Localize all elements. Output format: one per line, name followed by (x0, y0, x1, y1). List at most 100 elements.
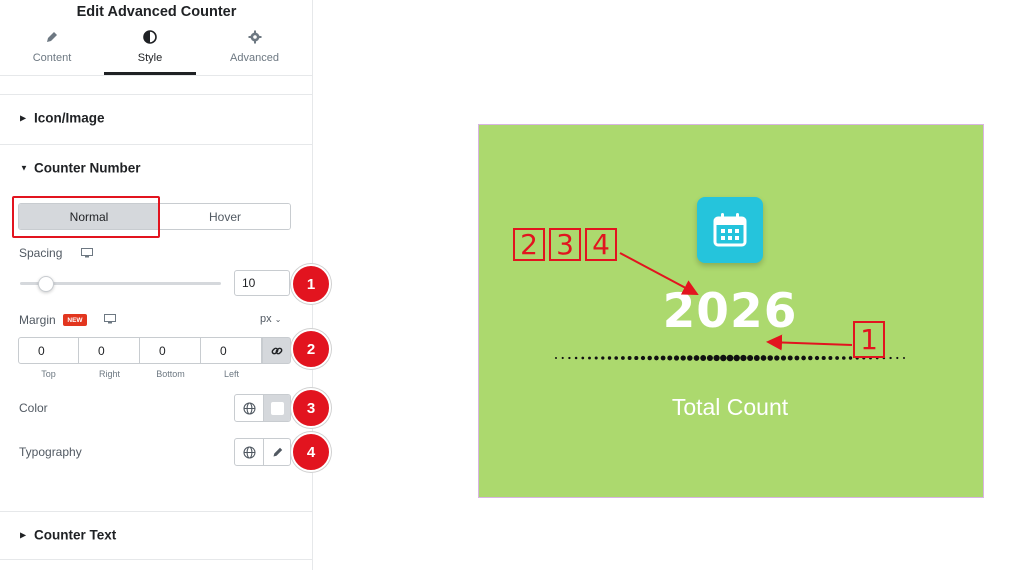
section-counter-number-label: Counter Number (34, 160, 141, 175)
hover-tab-button[interactable]: Hover (159, 204, 290, 229)
tab-style[interactable]: Style (104, 30, 196, 75)
counter-icon-box (697, 197, 763, 263)
margin-right-label: Right (98, 369, 120, 379)
annotation-label-4: 4 (585, 228, 617, 261)
color-label: Color (19, 401, 48, 415)
margin-top-input[interactable]: 0 (18, 337, 79, 364)
annotation-label-3: 3 (549, 228, 581, 261)
margin-top-label: Top (41, 369, 56, 379)
step-marker-3: 3 (291, 388, 331, 428)
annotation-label-1: 1 (853, 321, 885, 358)
section-counter-text[interactable]: ▶ Counter Text (0, 511, 313, 557)
counter-text: Total Count (671, 394, 789, 420)
spacing-slider-handle[interactable] (38, 276, 55, 292)
margin-label: Margin (19, 313, 56, 327)
counter-number: 2026 (662, 284, 798, 339)
editor-panel: Edit Advanced Counter Content Style Adva… (0, 0, 313, 570)
divider-dot (640, 355, 646, 361)
normal-highlight-box (12, 196, 160, 238)
section-divider (0, 559, 313, 560)
new-badge: NEW (63, 314, 87, 326)
divider-dot (574, 356, 578, 360)
divider-dot (680, 355, 686, 361)
divider-dot (713, 354, 720, 362)
divider-dot (581, 356, 585, 360)
section-icon-image[interactable]: ▶ Icon/Image (0, 94, 313, 140)
divider-dot (726, 354, 734, 362)
divider-dot (787, 355, 793, 361)
divider-dot (634, 355, 639, 361)
divider-dot (780, 355, 787, 361)
divider-dot (794, 355, 800, 361)
divider-dot (828, 356, 833, 360)
unit-value: px (260, 313, 272, 325)
monitor-icon (104, 314, 116, 324)
monitor-icon (81, 248, 93, 258)
divider-dot (753, 355, 760, 361)
typography-control (234, 438, 291, 466)
divider-dot (673, 355, 680, 361)
color-picker-button[interactable] (263, 395, 290, 421)
divider-dot (760, 355, 767, 361)
divider-dot (740, 354, 747, 362)
divider-dot (594, 356, 598, 360)
step-marker-1: 1 (291, 264, 331, 304)
edit-typography-button[interactable] (263, 439, 290, 465)
margin-bottom-input[interactable]: 0 (140, 337, 201, 364)
divider-dot (667, 355, 673, 361)
divider-dot (848, 356, 853, 360)
step-marker-2: 2 (291, 329, 331, 369)
typography-label: Typography (19, 445, 82, 459)
divider-dot (627, 356, 632, 360)
divider-dot (687, 355, 693, 361)
global-typography-button[interactable] (235, 439, 263, 465)
margin-left-label: Left (223, 369, 239, 379)
divider-dot (889, 356, 892, 360)
global-color-button[interactable] (235, 395, 263, 421)
divider-dot (808, 355, 813, 361)
divider-dot (588, 356, 591, 360)
globe-icon (242, 445, 256, 459)
panel-title: Edit Advanced Counter (76, 4, 237, 20)
spacing-input[interactable]: 10 (234, 270, 290, 296)
tab-advanced[interactable]: Advanced (196, 30, 313, 75)
caret-right-icon: ▶ (20, 530, 27, 539)
tab-content-label: Content (32, 52, 72, 64)
section-counter-number[interactable]: ▼ Counter Number (0, 144, 313, 190)
link-icon (271, 347, 282, 354)
divider-dot (896, 356, 899, 360)
divider-dot (835, 356, 839, 360)
color-swatch (271, 401, 284, 415)
divider-dot (621, 356, 625, 360)
divider-dot (706, 354, 713, 362)
unit-select[interactable]: px ⌄ (260, 313, 281, 325)
divider-dot (654, 355, 659, 361)
step-marker-4: 4 (291, 432, 331, 472)
divider-dot (660, 355, 666, 361)
section-icon-image-label: Icon/Image (34, 110, 105, 125)
divider-dot (801, 355, 806, 361)
margin-left-input[interactable]: 0 (201, 337, 262, 364)
color-control (234, 394, 291, 422)
divider-dot (607, 356, 612, 360)
divider-dot (568, 356, 571, 360)
gear-icon (248, 30, 261, 44)
divider-dot (842, 356, 846, 360)
divider-dot (767, 355, 773, 361)
tabs-divider (0, 75, 313, 76)
chevron-down-icon: ⌄ (274, 315, 282, 324)
divider-dot (601, 356, 605, 360)
half-circle-icon (143, 30, 157, 44)
link-values-button[interactable] (262, 337, 291, 364)
divider-dot (733, 354, 740, 362)
caret-right-icon: ▶ (20, 113, 27, 122)
pencil-icon (273, 447, 282, 457)
tab-content[interactable]: Content (0, 30, 104, 75)
divider-dot (720, 354, 727, 362)
divider-dot (821, 355, 826, 361)
tab-advanced-label: Advanced (230, 52, 279, 64)
divider-dot (561, 356, 564, 360)
annotation-label-2: 2 (513, 228, 545, 261)
spacing-label: Spacing (19, 246, 63, 260)
margin-right-input[interactable]: 0 (79, 337, 140, 364)
